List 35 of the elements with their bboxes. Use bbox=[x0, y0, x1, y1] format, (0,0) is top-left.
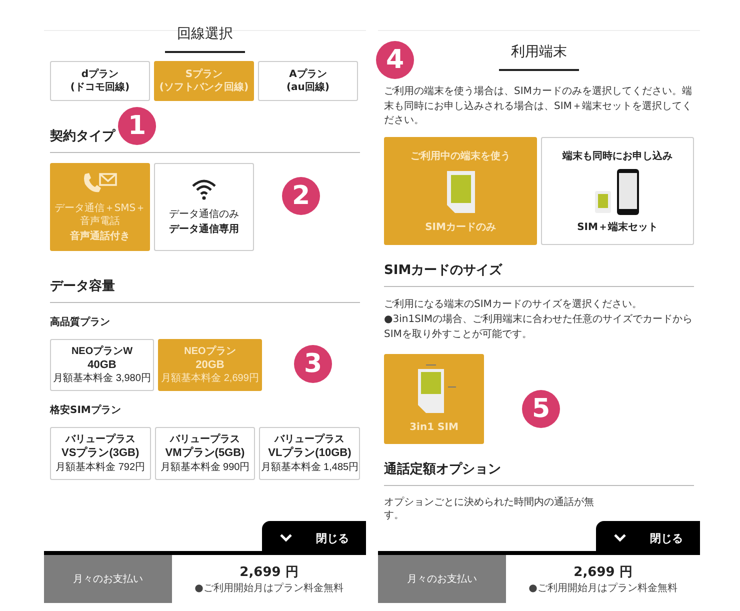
note-text: オプションごとに決められた時間内の通話が無 bbox=[384, 496, 594, 508]
chevron-down-icon bbox=[279, 533, 294, 543]
number-badge: 3 bbox=[294, 345, 332, 383]
note-text: す。 bbox=[384, 508, 404, 522]
phone-mail-icon bbox=[82, 172, 118, 194]
plan-option[interactable]: Aプラン (au回線) bbox=[258, 61, 358, 101]
group-label: 格安SIMプラン bbox=[50, 403, 122, 418]
note-text: ご利用になる端末のSIMカードのサイズを選択ください。 bbox=[384, 298, 642, 312]
payment-note: ●ご利用開始月はプラン料金無料 bbox=[528, 582, 678, 595]
wifi-icon bbox=[191, 178, 217, 200]
number-badge: 4 bbox=[376, 41, 414, 79]
section-title: 回線選択 bbox=[165, 25, 245, 53]
section-heading: 通話定額オプション bbox=[384, 460, 694, 486]
payment-note: ●ご利用開始月はプラン料金無料 bbox=[194, 582, 344, 595]
section-heading: SIMカードのサイズ bbox=[384, 260, 694, 286]
group-label: 高品質プラン bbox=[50, 315, 111, 329]
sim-card-icon bbox=[446, 170, 476, 214]
chevron-down-icon bbox=[613, 533, 628, 543]
number-badge: 5 bbox=[522, 390, 560, 428]
section-title: 利用端末 bbox=[499, 43, 579, 71]
note-text: ●3in1SIMの場合、ご利用端末に合わせた任意のサイズでカードからSIMを取り外すことが可能です。 bbox=[384, 312, 694, 342]
payment-label: 月々のお支払い bbox=[378, 555, 506, 603]
payment-amount: 2,699 円 bbox=[574, 564, 632, 581]
payment-label: 月々のお支払い bbox=[44, 555, 172, 603]
plan-option[interactable]: dプラン (ドコモ回線) bbox=[50, 61, 150, 101]
device-option[interactable]: 端末も同時にお申し込み SIM＋端末セット bbox=[541, 136, 694, 244]
data-plan-option[interactable]: バリュープラス VMプラン(5GB) 月額基本料金 990円 bbox=[154, 427, 256, 480]
intro-text: ご利用の端末を使う場合は、SIMカードのみを選択してください。端末も同時にお申し込みされる場合は、SIM＋端末セットを選択してください。 bbox=[384, 85, 693, 128]
contract-option[interactable]: データ通信のみ データ通信専用 bbox=[154, 163, 254, 251]
data-plan-option[interactable]: NEOプランW 40GB 月額基本料金 3,980円 bbox=[50, 339, 154, 392]
section-heading: データ容量 bbox=[50, 277, 360, 303]
number-badge: 2 bbox=[282, 177, 320, 215]
data-plan-option[interactable]: バリュープラス VSプラン(3GB) 月額基本料金 792円 bbox=[50, 427, 151, 480]
data-plan-option[interactable]: バリュープラス VLプラン(10GB) 月額基本料金 1,485円 bbox=[259, 427, 360, 480]
payment-amount: 2,699 円 bbox=[240, 564, 298, 581]
